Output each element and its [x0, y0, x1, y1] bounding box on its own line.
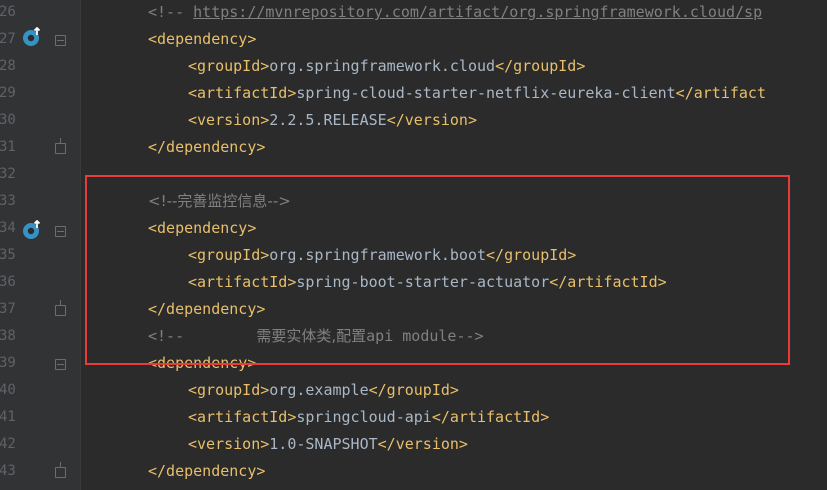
xml-tag: </version> — [377, 435, 468, 453]
code-line: <version>1.0-SNAPSHOT</version> — [188, 431, 468, 458]
xml-tag: <version> — [188, 111, 270, 129]
line-number: 32 — [0, 166, 16, 182]
fold-open-icon[interactable] — [55, 226, 66, 237]
fold-open-icon[interactable] — [55, 359, 66, 370]
code-line: <version>2.2.5.RELEASE</version> — [188, 107, 477, 134]
xml-tag: </groupId> — [368, 381, 459, 399]
code-line: <dependency> — [148, 30, 257, 48]
line-number: 27 — [0, 31, 16, 47]
code-line: <groupId>org.springframework.cloud</grou… — [188, 53, 585, 80]
code-line: <!-- https://mvnrepository.com/artifact/… — [148, 0, 762, 26]
line-number: 43 — [0, 463, 16, 479]
xml-tag: </artifactId> — [431, 408, 550, 426]
fold-close-icon[interactable] — [55, 462, 66, 478]
xml-tag: </version> — [386, 111, 477, 129]
xml-tag: <artifactId> — [188, 408, 297, 426]
line-number: 37 — [0, 301, 16, 317]
xml-tag: </groupId> — [495, 57, 586, 75]
maven-dependency-update-icon[interactable] — [22, 27, 42, 47]
code-line: <artifactId>springcloud-api</artifactId> — [188, 404, 549, 431]
xml-value: 1.0-SNAPSHOT — [269, 435, 378, 453]
xml-tag: </artifact — [675, 84, 766, 102]
code-line: </dependency> — [148, 462, 266, 480]
line-number: 28 — [0, 58, 16, 74]
annotation-highlight-box — [85, 175, 790, 365]
line-number: 38 — [0, 328, 16, 344]
comment-text: <!-- — [148, 3, 194, 21]
fold-open-icon[interactable] — [55, 35, 66, 46]
editor-gutter: 26 27 28 29 30 31 32 33 34 35 36 37 38 3… — [0, 0, 81, 490]
line-number: 35 — [0, 247, 16, 263]
line-number: 29 — [0, 85, 16, 101]
xml-value: org.example — [269, 381, 369, 399]
line-number: 30 — [0, 112, 16, 128]
line-number: 34 — [0, 220, 16, 236]
xml-value: spring-cloud-starter-netflix-eureka-clie… — [296, 84, 676, 102]
line-number: 41 — [0, 409, 16, 425]
code-line: <groupId>org.example</groupId> — [188, 377, 459, 404]
line-number: 40 — [0, 382, 16, 398]
xml-tag: <artifactId> — [188, 84, 297, 102]
maven-dependency-update-icon[interactable] — [22, 220, 42, 240]
code-line: </dependency> — [148, 138, 266, 156]
xml-value: org.springframework.cloud — [269, 57, 496, 75]
line-number: 31 — [0, 139, 16, 155]
line-number: 39 — [0, 355, 16, 371]
xml-value: 2.2.5.RELEASE — [269, 111, 387, 129]
line-number: 42 — [0, 436, 16, 452]
xml-tag: <groupId> — [188, 57, 270, 75]
line-number: 33 — [0, 193, 16, 209]
xml-value: springcloud-api — [296, 408, 432, 426]
line-number: 36 — [0, 274, 16, 290]
code-line: <artifactId>spring-cloud-starter-netflix… — [188, 80, 766, 107]
xml-tag: <version> — [188, 435, 270, 453]
line-number: 26 — [0, 4, 16, 20]
comment-link[interactable]: https://mvnrepository.com/artifact/org.s… — [193, 3, 762, 21]
fold-close-icon[interactable] — [55, 300, 66, 316]
xml-tag: <groupId> — [188, 381, 270, 399]
fold-close-icon[interactable] — [55, 138, 66, 154]
